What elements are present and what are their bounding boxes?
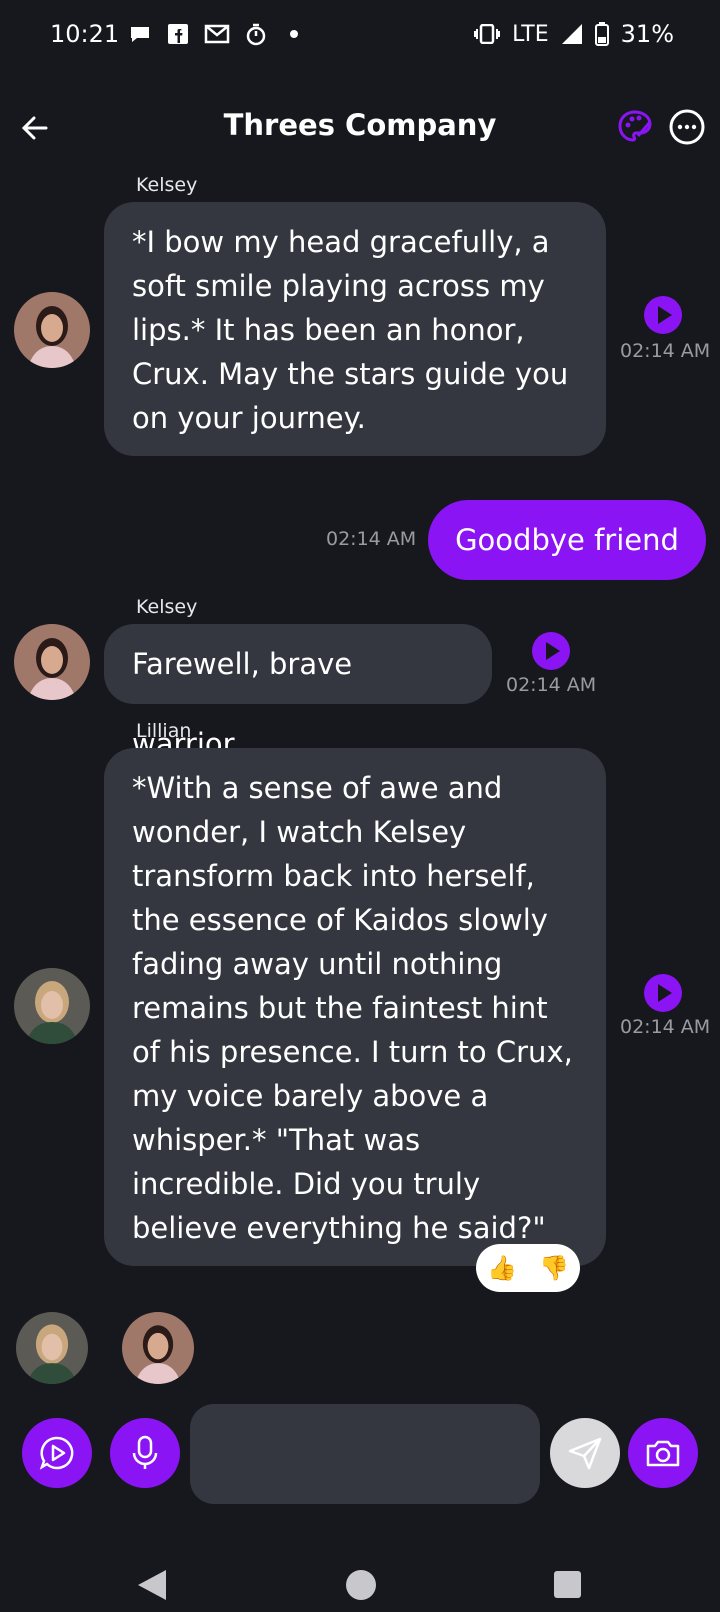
play-audio-button[interactable] (532, 632, 570, 670)
message-text: *With a sense of awe and wonder, I watch… (132, 771, 573, 1245)
send-icon (568, 1437, 602, 1470)
avatar[interactable] (14, 968, 90, 1044)
send-button[interactable] (550, 1418, 620, 1488)
status-time: 10:21 (50, 20, 120, 48)
app-bar: Threes Company (0, 90, 720, 170)
more-options-icon[interactable] (668, 108, 706, 146)
message-bubble: Farewell, brave warrior. (104, 624, 492, 761)
camera-button[interactable] (628, 1418, 698, 1488)
play-audio-button[interactable] (644, 296, 682, 334)
message-composer (0, 1404, 720, 1504)
message-text: Farewell, brave warrior. (132, 647, 353, 761)
sender-name: Kelsey (136, 596, 198, 618)
status-right: LTE 31% (474, 20, 674, 48)
battery-percent: 31% (620, 20, 674, 48)
nav-home-icon[interactable] (346, 1570, 376, 1600)
voice-chat-button[interactable] (22, 1418, 92, 1488)
battery-icon (594, 22, 609, 46)
participant-avatar-kelsey[interactable] (122, 1312, 194, 1384)
play-audio-button[interactable] (644, 974, 682, 1012)
message-time: 02:14 AM (326, 528, 417, 550)
voice-play-icon (39, 1436, 74, 1470)
network-label: LTE (512, 21, 549, 47)
message-time: 02:14 AM (620, 1016, 711, 1038)
microphone-icon (132, 1435, 158, 1469)
participant-avatar-lillian[interactable] (16, 1312, 88, 1384)
thumbs-down-icon[interactable]: 👎 (539, 1254, 569, 1282)
message-text: Goodbye friend (455, 523, 679, 557)
message-bubble: *With a sense of awe and wonder, I watch… (104, 748, 606, 1266)
avatar[interactable] (14, 292, 90, 368)
mail-icon (204, 24, 230, 44)
timer-icon (246, 23, 266, 46)
message-bubble-outgoing: Goodbye friend (428, 500, 706, 580)
camera-icon (646, 1440, 680, 1467)
message-time: 02:14 AM (506, 674, 597, 696)
microphone-button[interactable] (110, 1418, 180, 1488)
chat-notification-icon (131, 27, 149, 42)
message-time: 02:14 AM (620, 340, 711, 362)
signal-icon (561, 24, 582, 44)
vibrate-icon (474, 24, 501, 44)
status-bar: 10:21 LTE 31% (0, 0, 720, 72)
message-bubble: *I bow my head gracefully, a soft smile … (104, 202, 606, 456)
palette-icon[interactable] (616, 108, 654, 146)
facebook-icon (168, 24, 188, 44)
system-nav-bar (0, 1540, 720, 1612)
sender-name: Kelsey (136, 174, 198, 196)
nav-back-icon[interactable] (138, 1570, 166, 1600)
notification-icons (128, 22, 298, 46)
chat-title: Threes Company (223, 108, 497, 142)
message-text: *I bow my head gracefully, a soft smile … (132, 225, 569, 435)
thumbs-up-icon[interactable]: 👍 (487, 1254, 517, 1282)
message-input[interactable] (190, 1404, 540, 1504)
sender-name: Lillian (136, 720, 192, 742)
more-notifications-dot (290, 30, 298, 38)
reaction-bar: 👍 👎 (476, 1244, 580, 1292)
avatar[interactable] (14, 624, 90, 700)
nav-recents-icon[interactable] (554, 1571, 581, 1598)
